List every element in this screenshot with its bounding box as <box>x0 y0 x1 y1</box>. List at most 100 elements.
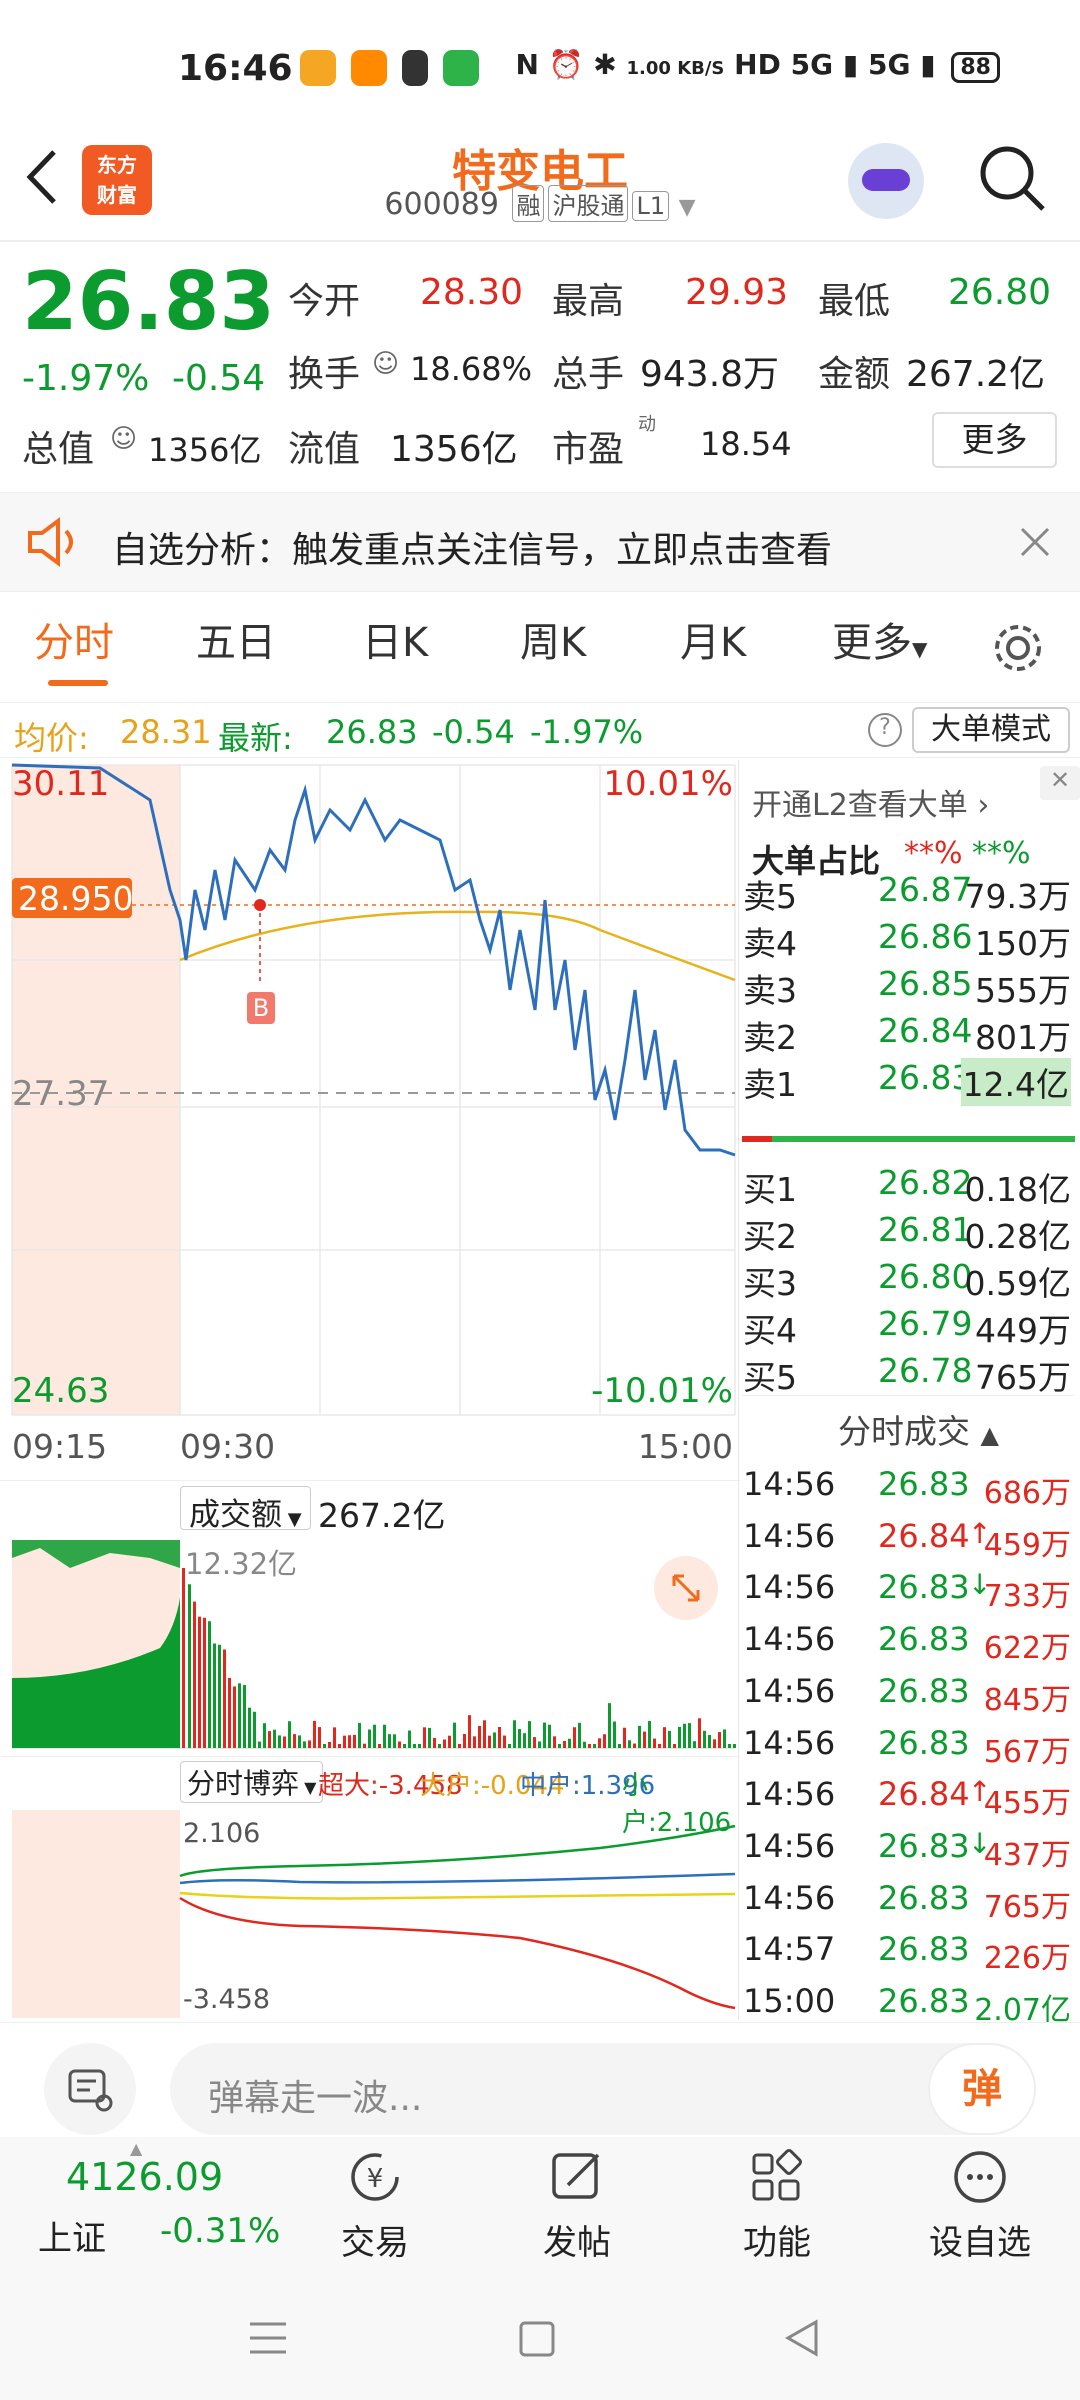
bluetooth-icon: ✱ <box>593 48 617 81</box>
latest-value: 26.83 <box>326 713 418 751</box>
volume-bar <box>438 1744 441 1748</box>
trade-icon[interactable]: ¥ <box>345 2149 405 2205</box>
volume-bar <box>553 1736 556 1748</box>
back-icon[interactable] <box>782 2318 822 2358</box>
volume-chart[interactable]: 12.32亿 <box>0 1538 740 1753</box>
bid-price: 26.79 <box>878 1304 973 1343</box>
volume-bar <box>648 1721 651 1748</box>
index-value[interactable]: 4126.09 <box>66 2155 223 2199</box>
bid-row[interactable]: 买4 26.79 449万 <box>740 1304 1075 1352</box>
speaker-icon <box>28 517 73 567</box>
change-percent: -1.97% <box>22 358 150 399</box>
bid-row[interactable]: 买1 26.82 0.18亿 <box>740 1163 1075 1211</box>
volume-bar <box>688 1723 691 1748</box>
close-icon[interactable] <box>1018 525 1052 559</box>
volume-bar <box>708 1735 711 1748</box>
volume-bar <box>218 1644 221 1748</box>
more-button[interactable]: 更多 <box>932 412 1057 468</box>
chevron-down-icon[interactable]: ▼ <box>679 195 696 220</box>
danmu-toggle[interactable]: 弹 <box>928 2043 1036 2135</box>
tab-more[interactable]: 更多▼ <box>832 610 927 668</box>
info-icon[interactable]: ☺ <box>372 349 399 379</box>
buy-marker-text: B <box>253 994 269 1022</box>
tab-weekly-k[interactable]: 周K <box>520 610 586 668</box>
nav-trade-label[interactable]: 交易 <box>310 2215 440 2264</box>
comment-settings-button[interactable] <box>44 2043 136 2135</box>
info-icon[interactable]: ☺ <box>110 424 137 454</box>
trade-time: 14:56 <box>743 1723 836 1762</box>
ask-row[interactable]: 卖5 26.87 79.3万 <box>740 870 1075 918</box>
banner-text: 自选分析：触发重点关注信号，立即点击查看 <box>112 530 833 571</box>
close-icon[interactable]: ✕ <box>1040 766 1080 800</box>
ask-row[interactable]: 卖4 26.86 150万 <box>740 917 1075 965</box>
down-limit-label: -10.01% <box>591 1371 733 1411</box>
change-value: -0.54 <box>172 358 266 399</box>
volume-bar <box>653 1738 656 1748</box>
volume-bar <box>388 1734 391 1748</box>
trade-time: 14:56 <box>743 1568 836 1607</box>
volume-bar <box>373 1724 376 1748</box>
level-tag[interactable]: L1 <box>632 191 670 221</box>
big-order-mode-button[interactable]: 大单模式 <box>912 707 1070 753</box>
index-percent[interactable]: -0.31% <box>160 2211 280 2251</box>
tab-monthly-k[interactable]: 月K <box>680 610 746 668</box>
volume-bar <box>558 1744 561 1748</box>
bid-row[interactable]: 买2 26.81 0.28亿 <box>740 1210 1075 1258</box>
tab-intraday[interactable]: 分时 <box>34 610 114 668</box>
ask-row[interactable]: 卖3 26.85 555万 <box>740 964 1075 1012</box>
post-icon[interactable] <box>548 2149 608 2205</box>
nav-functions-label[interactable]: 功能 <box>712 2215 842 2264</box>
volume-bar <box>363 1743 366 1748</box>
volume-bar <box>508 1744 511 1748</box>
volume-bar <box>463 1734 466 1748</box>
index-name[interactable]: 上证 <box>38 2211 106 2260</box>
bid-row[interactable]: 买3 26.80 0.59亿 <box>740 1257 1075 1305</box>
menu-icon[interactable] <box>248 2320 288 2356</box>
comment-input[interactable]: 弹幕走一波... 弹 <box>170 2043 1036 2135</box>
ask-row[interactable]: 卖2 26.84 801万 <box>740 1011 1075 1059</box>
bid-row[interactable]: 买5 26.78 765万 <box>740 1351 1075 1399</box>
volume-bar <box>718 1732 721 1748</box>
trade-price: 26.83 <box>878 1620 970 1659</box>
time-end-label: 15:00 <box>638 1427 733 1466</box>
bid-volume: 0.59亿 <box>964 1264 1071 1303</box>
help-icon[interactable]: ? <box>868 713 902 747</box>
functions-icon[interactable] <box>748 2149 808 2205</box>
add-watchlist-icon[interactable] <box>950 2149 1010 2205</box>
home-icon[interactable] <box>518 2320 558 2358</box>
volume-selector[interactable]: 成交额 ▼ <box>180 1486 311 1533</box>
bid-level: 买2 <box>743 1217 797 1256</box>
avg-label: 均价: <box>14 719 89 757</box>
volume-bar <box>418 1744 421 1748</box>
net-speed: 1.00 KB/S <box>626 58 725 79</box>
game-chart[interactable]: 2.106 -3.458 <box>0 1808 740 2018</box>
settings-gear-icon[interactable] <box>990 620 1046 676</box>
ask-level: 卖4 <box>743 924 797 963</box>
status-bar: 16:46 N ⏰ ✱ 1.00 KB/S HD 5G ▮ 5G ▮ 88 <box>0 0 1080 135</box>
app-icon <box>300 50 336 86</box>
trades-title[interactable]: 分时成交 ▲ <box>838 1405 999 1453</box>
low-value: 26.80 <box>948 272 1052 313</box>
pe-superscript: 动 <box>638 414 656 435</box>
l2-link[interactable]: 开通L2查看大单 › <box>752 780 989 824</box>
volume-bar <box>358 1722 361 1748</box>
intraday-chart[interactable]: B 30.11 28.950 27.37 24.63 10.01% -10.01… <box>0 760 740 1480</box>
nav-post-label[interactable]: 发帖 <box>512 2215 642 2264</box>
ask-row[interactable]: 卖1 26.83 12.4亿 <box>740 1058 1075 1106</box>
robot-avatar[interactable] <box>848 143 924 219</box>
analysis-banner[interactable]: 自选分析：触发重点关注信号，立即点击查看 <box>0 492 1080 592</box>
search-icon[interactable] <box>975 141 1050 216</box>
volume-bar <box>193 1601 196 1748</box>
trade-volume: 226万 <box>983 1941 1071 1977</box>
bid-level: 买1 <box>743 1170 797 1209</box>
pe-value: 18.54 <box>700 425 792 463</box>
volume-bars <box>188 1584 736 1748</box>
tab-five-day[interactable]: 五日 <box>196 610 276 668</box>
tab-indicator <box>48 680 108 686</box>
bid-price: 26.80 <box>878 1257 973 1296</box>
game-selector[interactable]: 分时博弈 ▼ <box>180 1761 324 1803</box>
nav-watchlist-label[interactable]: 设自选 <box>912 2215 1048 2264</box>
volume-bar <box>258 1741 261 1748</box>
tab-daily-k[interactable]: 日K <box>362 610 428 668</box>
trade-price: 26.83 <box>878 1930 970 1969</box>
